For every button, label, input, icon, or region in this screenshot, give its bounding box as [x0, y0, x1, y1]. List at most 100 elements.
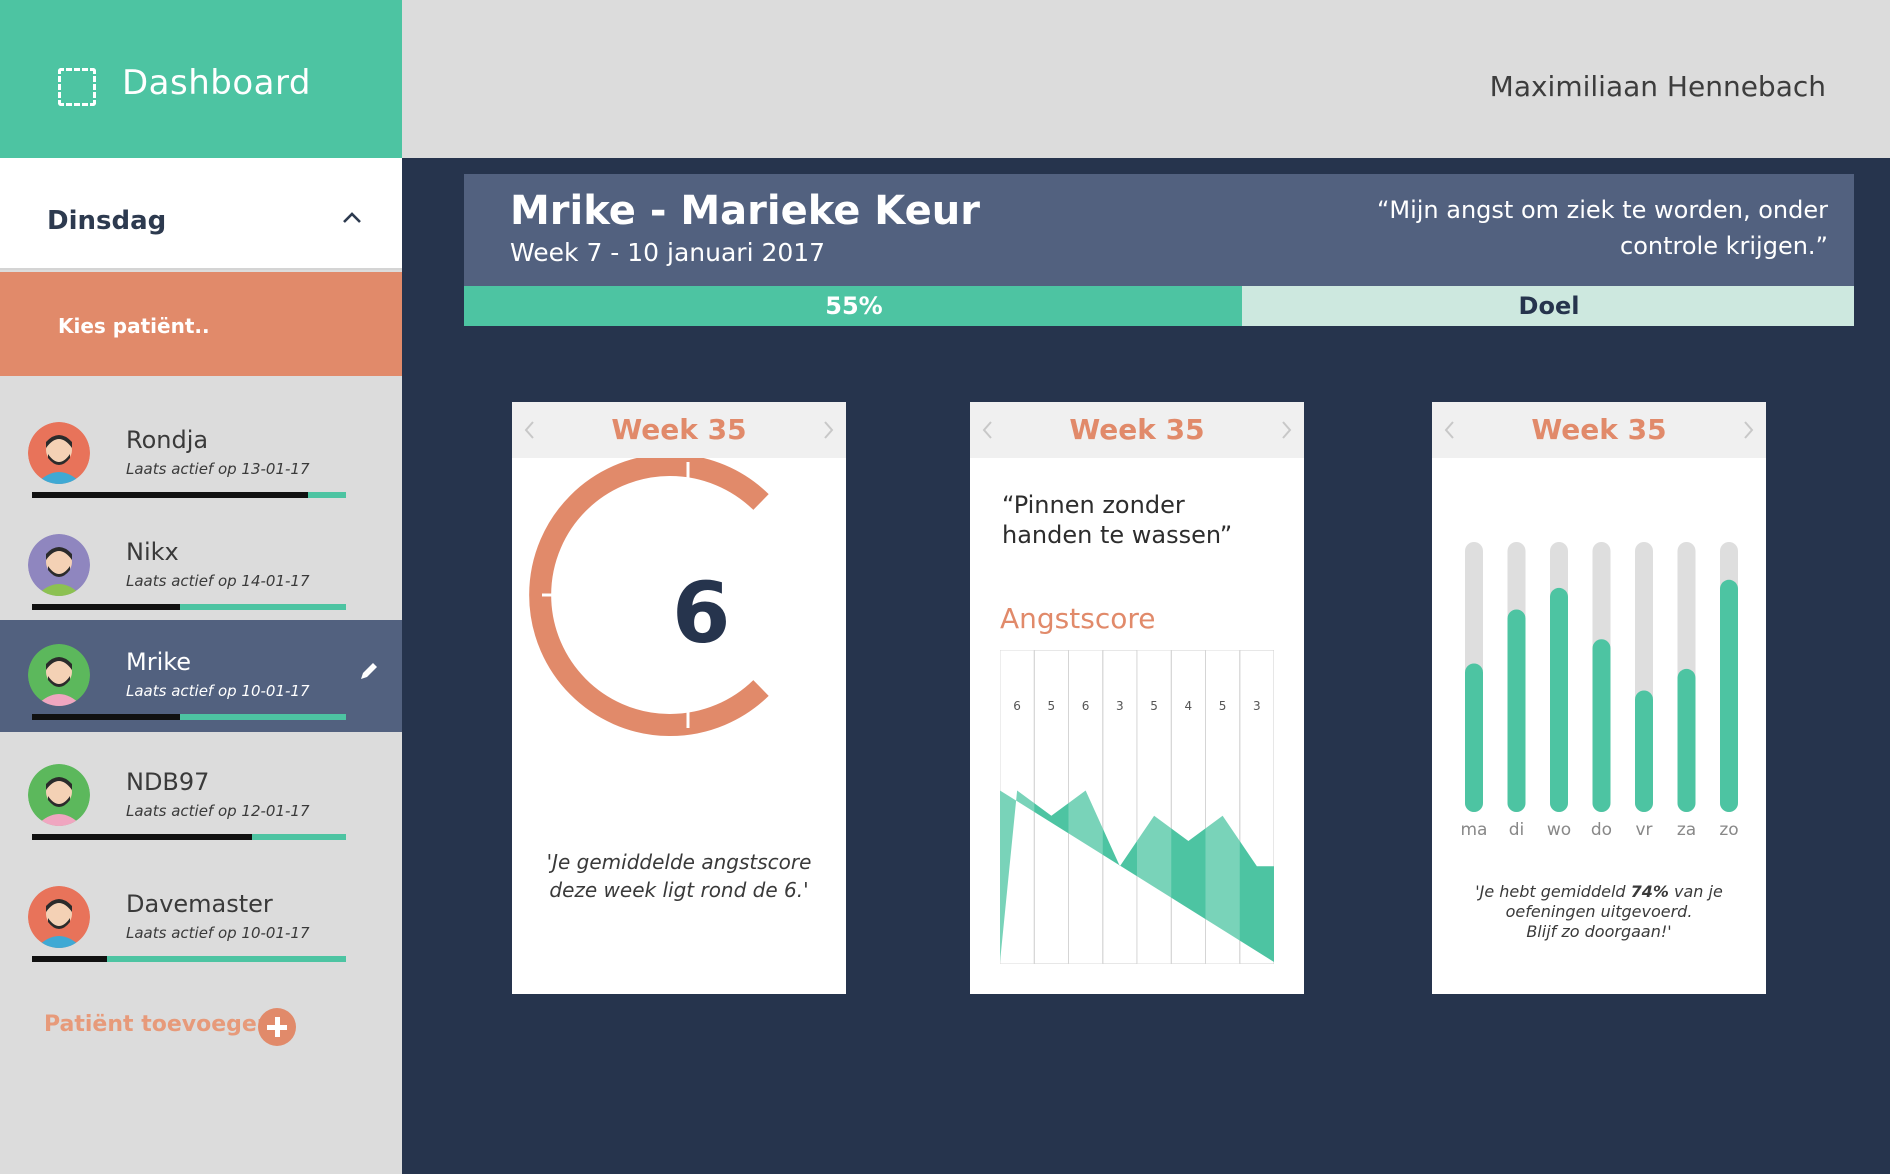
exercise-card: Week 35 “Pinnen zonder handen te wassen”…	[970, 402, 1304, 994]
bar-fill	[1720, 579, 1738, 812]
exercise-name: “Pinnen zonder handen te wassen”	[1002, 491, 1233, 549]
card-header: Week 35	[512, 402, 846, 458]
patient-progress-fill	[32, 604, 180, 610]
data-label: 6	[1082, 699, 1090, 713]
card-week-label: Week 35	[1531, 413, 1667, 446]
goal-progress-bar: 55% Doel	[464, 286, 1854, 326]
data-label: 5	[1219, 699, 1227, 713]
day-tick-label: ma	[1460, 820, 1488, 840]
day-tick-label: vr	[1635, 820, 1653, 840]
patient-progress-bar	[32, 714, 346, 720]
patient-name: Rondja	[126, 426, 209, 454]
patient-progress-bar	[32, 834, 346, 840]
plus-icon[interactable]	[258, 1008, 296, 1046]
patient-progress-bar	[32, 492, 346, 498]
topbar: Maximiliaan Hennebach	[402, 0, 1890, 158]
data-label: 3	[1116, 699, 1124, 713]
patient-item-mrike[interactable]: Mrike Laats actief op 10-01-17	[0, 620, 402, 732]
patient-name: Nikx	[126, 538, 179, 566]
average-score: 6	[672, 564, 731, 662]
patient-title: Mrike - Marieke Keur	[510, 188, 980, 234]
patient-name: Mrike	[126, 648, 192, 676]
patient-progress-fill	[32, 492, 309, 498]
card-week-label: Week 35	[611, 413, 747, 446]
chart-stripe	[1137, 650, 1172, 964]
patient-last-active: Laats actief op 12-01-17	[126, 802, 310, 820]
chevron-right-icon[interactable]	[816, 418, 840, 442]
chart-stripe	[1205, 650, 1240, 964]
patient-progress-bar	[32, 956, 346, 962]
patient-name: NDB97	[126, 768, 210, 796]
select-patient-button[interactable]: Kies patiënt..	[0, 272, 402, 376]
goal-label: Doel	[1518, 292, 1580, 320]
chevron-right-icon[interactable]	[1736, 418, 1760, 442]
day-tick-label: wo	[1546, 820, 1572, 840]
patient-item-rondja[interactable]: Rondja Laats actief op 13-01-17	[0, 398, 402, 510]
patient-last-active: Laats actief op 14-01-17	[126, 572, 310, 590]
bar-fill	[1550, 587, 1568, 812]
day-label: Dinsdag	[47, 206, 167, 236]
patient-progress-fill	[32, 714, 180, 720]
caption-text: Blijf zo doorgaan!'	[1526, 922, 1672, 941]
chart-stripe	[1068, 650, 1103, 964]
avatar	[28, 644, 90, 706]
sidebar: Dashboard Dinsdag Kies patiënt.. Rondja …	[0, 0, 402, 1174]
score-caption: 'Je gemiddelde angstscore deze week ligt…	[546, 850, 812, 902]
data-label: 5	[1048, 699, 1056, 713]
patient-week: Week 7 - 10 januari 2017	[510, 238, 826, 267]
pencil-icon[interactable]	[358, 660, 380, 682]
patient-item-nikx[interactable]: Nikx Laats actief op 14-01-17	[0, 510, 402, 622]
patient-name: Davemaster	[126, 890, 273, 918]
avatar	[28, 422, 90, 484]
patient-last-active: Laats actief op 10-01-17	[126, 682, 310, 700]
select-patient-label: Kies patiënt..	[58, 314, 210, 338]
user-name[interactable]: Maximiliaan Hennebach	[1490, 70, 1826, 103]
weekly-caption: 'Je hebt gemiddeld 74% van je oefeningen…	[1452, 882, 1746, 942]
bar-fill	[1592, 639, 1611, 812]
anxiety-score-chart: 6 5 6 3 5 4 5 3	[1000, 650, 1274, 964]
chart-column	[1102, 650, 1138, 964]
data-label: 4	[1185, 699, 1193, 713]
anxiety-score-label: Angstscore	[1000, 602, 1156, 635]
patient-progress-fill	[32, 956, 108, 962]
caption-text: 'Je hebt gemiddeld	[1475, 882, 1631, 901]
patient-progress-fill	[32, 834, 252, 840]
weekly-progress-card: Week 35 ma di wo do vr za zo 'Je hebt gemiddel…	[1432, 402, 1766, 994]
bar-fill	[1635, 690, 1653, 812]
chart-column	[1170, 650, 1206, 964]
chevron-right-icon[interactable]	[1274, 418, 1298, 442]
data-label: 3	[1253, 699, 1261, 713]
card-header: Week 35	[1432, 402, 1766, 458]
bar-fill	[1677, 668, 1696, 812]
patient-goal-quote: “Mijn angst om ziek te worden, onder con…	[1376, 196, 1828, 260]
day-tick-label: do	[1590, 820, 1613, 840]
add-patient-button[interactable]: Patiënt toevoegen	[44, 1008, 364, 1048]
day-tick-label: zo	[1719, 820, 1739, 840]
day-tick-label: za	[1676, 820, 1697, 840]
patient-progress-bar	[32, 604, 346, 610]
weekly-bars	[1465, 542, 1738, 812]
add-patient-label: Patiënt toevoegen	[44, 1012, 273, 1037]
patient-item-ndb97[interactable]: NDB97 Laats actief op 12-01-17	[0, 740, 402, 852]
app-title: Dashboard	[122, 63, 311, 103]
day-selector[interactable]: Dinsdag	[0, 158, 402, 270]
card-header: Week 35	[970, 402, 1304, 458]
avatar	[28, 764, 90, 826]
avatar	[28, 534, 90, 596]
score-card: Week 35 6 'Je gemiddelde angstscore deze…	[512, 402, 846, 994]
brand-bar: Dashboard	[0, 0, 402, 158]
card-week-label: Week 35	[1069, 413, 1205, 446]
patient-last-active: Laats actief op 13-01-17	[126, 460, 310, 478]
patient-item-davemaster[interactable]: Davemaster Laats actief op 10-01-17	[0, 862, 402, 974]
chart-stripe	[1000, 650, 1035, 964]
avatar	[28, 886, 90, 948]
data-label: 6	[1013, 699, 1021, 713]
data-label: 5	[1150, 699, 1158, 713]
patient-header: Mrike - Marieke Keur Week 7 - 10 januari…	[464, 174, 1854, 326]
dashboard-icon	[58, 68, 96, 106]
day-tick-label: di	[1508, 820, 1525, 840]
patient-last-active: Laats actief op 10-01-17	[126, 924, 310, 942]
chevron-up-icon[interactable]	[342, 208, 362, 228]
goal-progress-percent: 55%	[825, 292, 883, 320]
bar-fill	[1507, 609, 1526, 812]
